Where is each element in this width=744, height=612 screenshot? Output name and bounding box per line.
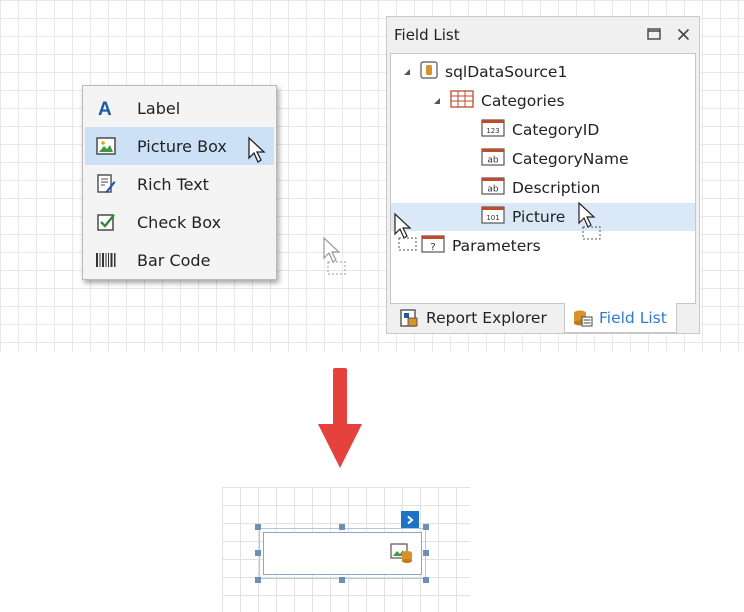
resize-handle-top-right[interactable] — [423, 524, 429, 530]
svg-text:ab: ab — [487, 156, 499, 166]
chevron-right-icon — [405, 515, 415, 525]
down-arrow-icon — [318, 368, 362, 474]
drag-copy-cursor-icon — [322, 236, 350, 280]
resize-handle-bottom[interactable] — [339, 577, 345, 583]
parameters-icon: ? — [421, 235, 445, 257]
close-icon[interactable] — [674, 25, 692, 43]
tree-node-field[interactable]: ab Description — [481, 174, 600, 202]
toolbox-menu: A Label Picture Box Rich Text Check Box — [82, 85, 277, 280]
toolbox-item-bar-code-text: Bar Code — [137, 250, 211, 270]
picture-box-control[interactable] — [263, 532, 422, 575]
smart-tag-button[interactable] — [401, 511, 419, 528]
tree-node-field[interactable]: 123 CategoryID — [481, 116, 599, 144]
tab-report-explorer-label: Report Explorer — [426, 309, 547, 327]
toolbox-item-label-text: Label — [137, 98, 181, 118]
resize-handle-top-left[interactable] — [255, 524, 261, 530]
binary-field-icon: 101 — [481, 206, 505, 228]
label-icon: A — [95, 97, 117, 119]
tree-node-field-selected[interactable]: 101 Picture — [391, 201, 695, 240]
resize-handle-right[interactable] — [423, 550, 429, 556]
drag-copy-cursor-icon — [577, 201, 605, 245]
table-icon — [450, 90, 474, 112]
field-label: CategoryName — [512, 150, 629, 168]
maximize-icon[interactable] — [645, 25, 663, 43]
string-field-icon: ab — [481, 177, 505, 199]
field-list-header: Field List — [387, 17, 699, 53]
tab-field-list[interactable]: Field List — [564, 303, 677, 333]
toolbox-item-picture-box-text: Picture Box — [137, 136, 227, 156]
svg-text:101: 101 — [486, 214, 499, 222]
picture-box-icon — [95, 135, 117, 157]
svg-text:123: 123 — [486, 127, 499, 135]
field-list-tree: sqlDataSource1 Categories 123 CategoryID… — [390, 53, 696, 304]
field-list-title: Field List — [394, 26, 460, 44]
resize-handle-bottom-right[interactable] — [423, 577, 429, 583]
resize-handle-left[interactable] — [255, 550, 261, 556]
toolbox-item-rich-text-text: Rich Text — [137, 174, 209, 194]
field-list-tabs: Report Explorer Field List — [390, 303, 696, 333]
drag-copy-cursor-icon — [393, 212, 421, 256]
field-list-panel: Field List sqlDataSource1 Categories 123… — [386, 16, 700, 334]
parameters-label: Parameters — [452, 237, 541, 255]
toolbox-item-check-box[interactable]: Check Box — [83, 203, 276, 241]
tab-report-explorer[interactable]: Report Explorer — [400, 303, 547, 333]
bar-code-icon — [95, 249, 117, 271]
check-box-icon — [95, 211, 117, 233]
tree-node-table[interactable]: Categories — [432, 87, 565, 115]
tab-field-list-label: Field List — [599, 308, 667, 327]
toolbox-item-label[interactable]: A Label — [83, 89, 276, 127]
toolbox-item-check-box-text: Check Box — [137, 212, 222, 232]
database-icon — [420, 61, 438, 83]
collapse-arrow-icon[interactable] — [402, 67, 412, 77]
bound-picture-icon — [390, 542, 414, 568]
field-label: Picture — [512, 208, 566, 226]
resize-handle-top[interactable] — [339, 524, 345, 530]
datasource-label: sqlDataSource1 — [445, 63, 568, 81]
string-field-icon: ab — [481, 148, 505, 170]
toolbox-item-rich-text[interactable]: Rich Text — [83, 165, 276, 203]
tree-node-field[interactable]: ab CategoryName — [481, 145, 629, 173]
rich-text-icon — [95, 173, 117, 195]
toolbox-item-picture-box[interactable]: Picture Box — [85, 127, 274, 165]
field-label: Description — [512, 179, 601, 197]
table-label: Categories — [481, 92, 565, 110]
svg-text:A: A — [98, 99, 112, 119]
report-explorer-icon — [400, 309, 418, 327]
field-list-tab-icon — [573, 309, 593, 327]
toolbox-item-bar-code[interactable]: Bar Code — [83, 241, 276, 279]
tree-node-datasource[interactable]: sqlDataSource1 — [402, 58, 567, 86]
svg-text:ab: ab — [487, 185, 499, 195]
field-label: CategoryID — [512, 121, 600, 139]
resize-handle-bottom-left[interactable] — [255, 577, 261, 583]
tree-node-parameters[interactable]: ? Parameters — [421, 232, 541, 260]
numeric-field-icon: 123 — [481, 119, 505, 141]
collapse-arrow-icon[interactable] — [432, 96, 442, 106]
svg-text:?: ? — [430, 242, 435, 253]
